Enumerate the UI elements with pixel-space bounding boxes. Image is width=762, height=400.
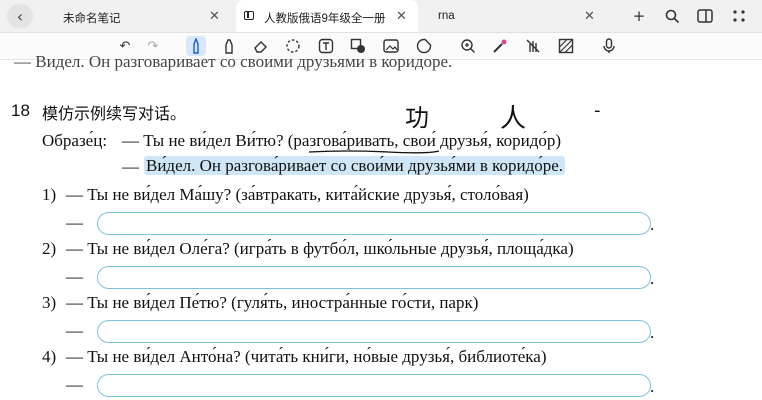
answer-dash: —: [66, 267, 83, 286]
close-tab-icon[interactable]: ✕: [584, 9, 595, 24]
plus-icon: +: [632, 7, 646, 25]
hand-off-icon: [526, 39, 540, 53]
exercise-instruction: 模仿示例续写对话。: [42, 104, 187, 123]
item-number: 2): [42, 239, 57, 258]
sample-label: Образе́ц:: [42, 131, 108, 150]
new-tab-button[interactable]: +: [628, 5, 650, 27]
back-button[interactable]: ‹: [7, 4, 33, 28]
split-view-button[interactable]: [694, 5, 716, 27]
laser-pointer-icon: [493, 39, 507, 53]
item-number: 1): [42, 185, 57, 204]
handwritten-note: -: [594, 100, 601, 121]
answer-box[interactable]: [97, 320, 651, 343]
hand-off-tool[interactable]: [523, 36, 543, 56]
highlighted-answer: Ви́дел. Он разгова́ривает со свои́ми дру…: [144, 156, 566, 175]
handwritten-note: 人: [500, 104, 527, 134]
item-question: — Ты не ви́дел Оле́га? (игра́ть в футбо́…: [66, 239, 574, 258]
search-button[interactable]: [661, 5, 683, 27]
microphone-tool[interactable]: [599, 36, 619, 56]
document-page[interactable]: — Видел. Он разговаривает со своими друз…: [0, 52, 762, 400]
eraser-icon: [254, 41, 267, 53]
answer-period: .: [650, 269, 655, 288]
more-button[interactable]: [728, 5, 750, 27]
sample-answer-dash: —: [122, 157, 139, 176]
grid-dots-icon: [733, 10, 745, 22]
exercise-number: 18: [11, 101, 30, 120]
split-view-icon: [697, 9, 713, 23]
answer-dash: —: [66, 321, 83, 340]
item-number: 3): [42, 293, 57, 312]
handwritten-underline: [308, 150, 440, 154]
sample-question: — Ты не ви́дел Ви́тю? (разгова́ривать, с…: [122, 131, 562, 150]
answer-dash: —: [66, 213, 83, 232]
close-tab-icon[interactable]: ✕: [396, 9, 407, 24]
tab-label: 人教版俄语9年级全一册: [264, 13, 386, 25]
item-question: — Ты не ви́дел Анто́на? (чита́ть кни́ги,…: [66, 347, 547, 366]
sample-answer: Ви́дел. Он разгова́ривает со свои́ми дру…: [144, 156, 566, 176]
answer-period: .: [650, 377, 655, 396]
search-icon: [665, 9, 679, 23]
item-question: — Ты не ви́дел Ма́шу? (за́втракать, кита…: [66, 185, 529, 204]
close-tab-icon[interactable]: ✕: [209, 9, 220, 24]
answer-box[interactable]: [97, 374, 651, 397]
answer-box[interactable]: [97, 266, 651, 289]
tab-untitled-note[interactable]: 未命名笔记 ✕: [45, 0, 225, 32]
microphone-icon: [603, 38, 615, 53]
pattern-tool[interactable]: [556, 36, 576, 56]
item-number: 4): [42, 347, 57, 366]
back-icon: ‹: [16, 6, 24, 26]
answer-period: .: [650, 323, 655, 342]
image-icon: [383, 39, 399, 53]
answer-box[interactable]: [97, 212, 651, 235]
tab-russian-textbook[interactable]: 人教版俄语9年级全一册 ✕: [236, 0, 418, 32]
tab-bar: ‹ 未命名笔记 ✕ 人教版俄语9年级全一册 ✕ rna ✕ +: [0, 0, 762, 33]
cut-off-line: — Видел. Он разговаривает со своими друз…: [14, 52, 453, 71]
hatch-pattern-icon: [558, 38, 574, 54]
tab-label: 未命名笔记: [63, 13, 121, 25]
answer-period: .: [650, 215, 655, 234]
zoom-icon: [461, 39, 475, 53]
answer-dash: —: [66, 375, 83, 394]
tab-label: rna: [438, 10, 455, 22]
item-question: — Ты не ви́дел Пе́тю? (гуля́ть, иностра́…: [66, 293, 479, 312]
notebook-icon: [244, 11, 254, 20]
zoom-tool[interactable]: [458, 36, 478, 56]
tab-rna[interactable]: rna ✕: [420, 0, 600, 32]
laser-pointer-tool[interactable]: [490, 36, 510, 56]
handwritten-note: 功: [405, 104, 429, 132]
